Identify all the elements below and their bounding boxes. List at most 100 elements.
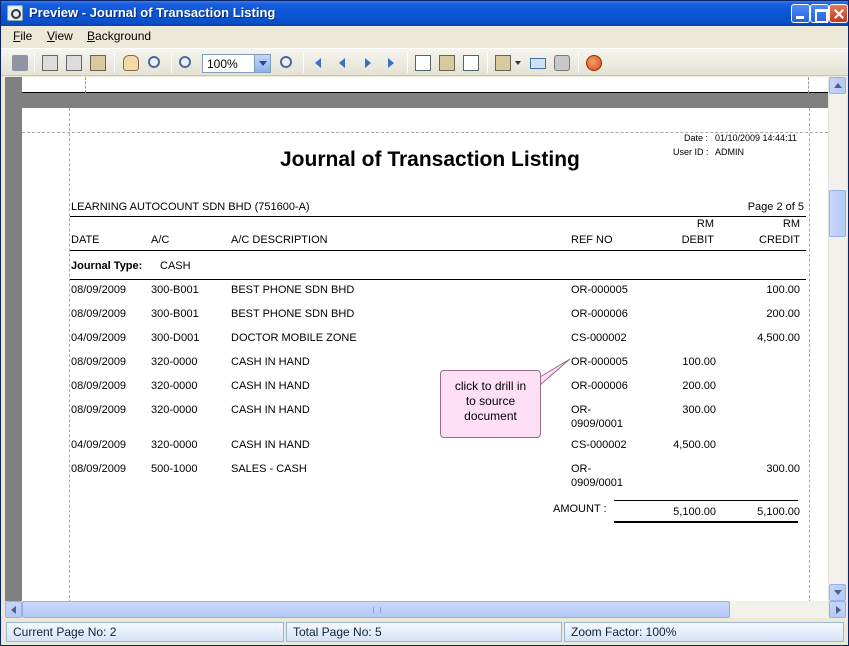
row-ref-no-link[interactable]: CS-000002 — [571, 332, 627, 344]
row-credit: 100.00 — [766, 284, 800, 296]
chevron-down-icon[interactable] — [254, 55, 270, 72]
export-icon[interactable] — [439, 55, 455, 71]
row-credit: 300.00 — [766, 463, 800, 475]
horizontal-scroll-thumb[interactable] — [22, 601, 730, 618]
row-ref-no-link[interactable]: OR- — [571, 463, 591, 475]
current-page-status: Current Page No: 2 — [6, 622, 284, 642]
row-debit: 200.00 — [682, 380, 716, 392]
exit-icon[interactable] — [586, 55, 602, 71]
zoom-value: 100% — [207, 57, 238, 71]
scroll-left-button[interactable] — [5, 601, 22, 618]
email-icon[interactable] — [530, 58, 546, 69]
zoom-select[interactable]: 100% — [202, 54, 271, 73]
row-ref-no-link[interactable]: OR- — [571, 404, 591, 416]
row-ref-no-link[interactable]: OR-000005 — [571, 356, 628, 368]
row-description: BEST PHONE SDN BHD — [231, 308, 355, 320]
debit-column-header: DEBIT — [681, 234, 714, 246]
ref-no-column-header: REF NO — [571, 234, 613, 246]
journal-type-divider — [70, 279, 806, 280]
row-ref-no-link[interactable]: OR-000006 — [571, 308, 628, 320]
save-dropdown-icon[interactable] — [515, 61, 521, 65]
scroll-grip-icon — [373, 607, 381, 613]
row-debit: 300.00 — [682, 404, 716, 416]
hand-icon[interactable] — [123, 55, 139, 71]
row-date: 08/09/2009 — [71, 463, 127, 475]
toolbar-separator — [578, 53, 579, 73]
toolbar-separator — [303, 53, 304, 73]
page-margin-guide — [808, 77, 809, 93]
print-options-icon[interactable] — [90, 55, 106, 71]
zoom-tool-icon[interactable] — [148, 56, 160, 68]
zoom-out-icon[interactable] — [179, 56, 191, 68]
drill-in-tooltip: click to drill in to source document — [440, 370, 541, 438]
row-date: 08/09/2009 — [71, 404, 127, 416]
vertical-scrollbar[interactable] — [828, 77, 846, 601]
report-page: Date : 01/10/2009 14:44:11 User ID : ADM… — [22, 108, 828, 601]
row-ref-no-link[interactable]: OR-000006 — [571, 380, 628, 392]
row-ref-no-link[interactable]: 0909/0001 — [571, 477, 623, 489]
toolbar-separator — [171, 53, 172, 73]
row-description: BEST PHONE SDN BHD — [231, 284, 355, 296]
next-page-icon[interactable] — [365, 58, 371, 68]
row-account: 300-B001 — [151, 308, 199, 320]
row-description: SALES - CASH — [231, 463, 307, 475]
print-icon[interactable] — [66, 55, 82, 71]
last-page-icon[interactable] — [388, 58, 394, 68]
preview-viewport[interactable]: Date : 01/10/2009 14:44:11 User ID : ADM… — [5, 77, 828, 601]
ac-column-header: A/C — [151, 234, 170, 246]
watermark-icon[interactable] — [463, 55, 479, 71]
rm-credit-header: RM — [782, 218, 800, 230]
row-ref-no-link[interactable]: CS-000002 — [571, 439, 627, 451]
scroll-right-button[interactable] — [829, 601, 846, 618]
company-name: LEARNING AUTOCOUNT SDN BHD (751600-A) — [71, 201, 310, 213]
toolbar-separator — [407, 53, 408, 73]
close-button[interactable] — [829, 4, 848, 23]
page-setup-icon[interactable] — [42, 55, 58, 71]
minimize-button[interactable] — [791, 4, 810, 23]
row-description: CASH IN HAND — [231, 356, 310, 368]
row-description: CASH IN HAND — [231, 439, 310, 451]
scroll-down-button[interactable] — [829, 584, 846, 601]
row-date: 08/09/2009 — [71, 308, 127, 320]
page-margin-guide — [85, 77, 86, 93]
vertical-scroll-thumb[interactable] — [829, 190, 846, 237]
tooltip-line: to source — [465, 394, 516, 408]
journal-type-value: CASH — [160, 260, 191, 272]
row-ref-no-link[interactable]: 0909/0001 — [571, 418, 623, 430]
menu-background[interactable]: Background — [87, 29, 151, 43]
maximize-button[interactable] — [810, 4, 829, 23]
horizontal-scrollbar[interactable] — [5, 601, 846, 618]
row-date: 08/09/2009 — [71, 284, 127, 296]
total-top-line — [614, 500, 798, 501]
column-header-divider — [70, 250, 806, 251]
multiple-pages-icon[interactable] — [415, 55, 431, 71]
toolbar-separator — [114, 53, 115, 73]
ac-description-column-header: A/C DESCRIPTION — [231, 234, 328, 246]
save-icon[interactable] — [495, 55, 511, 71]
date-value: 01/10/2009 14:44:11 — [715, 133, 797, 143]
row-description: CASH IN HAND — [231, 404, 310, 416]
menu-file[interactable]: File — [13, 29, 32, 43]
row-date: 04/09/2009 — [71, 439, 127, 451]
menu-view[interactable]: View — [47, 29, 73, 43]
row-date: 08/09/2009 — [71, 356, 127, 368]
title-bar: Preview - Journal of Transaction Listing — [1, 1, 848, 26]
row-account: 300-B001 — [151, 284, 199, 296]
scroll-up-button[interactable] — [829, 77, 846, 94]
status-bar: Current Page No: 2 Total Page No: 5 Zoom… — [1, 619, 848, 645]
binoculars-icon[interactable] — [12, 55, 28, 71]
prev-page-icon[interactable] — [339, 58, 345, 68]
total-double-underline — [614, 521, 798, 523]
disk-icon[interactable] — [554, 55, 570, 71]
row-debit: 4,500.00 — [673, 439, 716, 451]
row-ref-no-link[interactable]: OR-000005 — [571, 284, 628, 296]
page-margin-guide — [809, 108, 810, 601]
zoom-in-icon[interactable] — [280, 56, 292, 68]
header-divider — [70, 216, 806, 217]
row-debit: 100.00 — [682, 356, 716, 368]
tooltip-line: click to drill in — [454, 379, 527, 393]
report-title: Journal of Transaction Listing — [280, 148, 580, 171]
first-page-icon[interactable] — [315, 58, 321, 68]
row-date: 04/09/2009 — [71, 332, 127, 344]
user-id-label: User ID : — [673, 147, 709, 157]
